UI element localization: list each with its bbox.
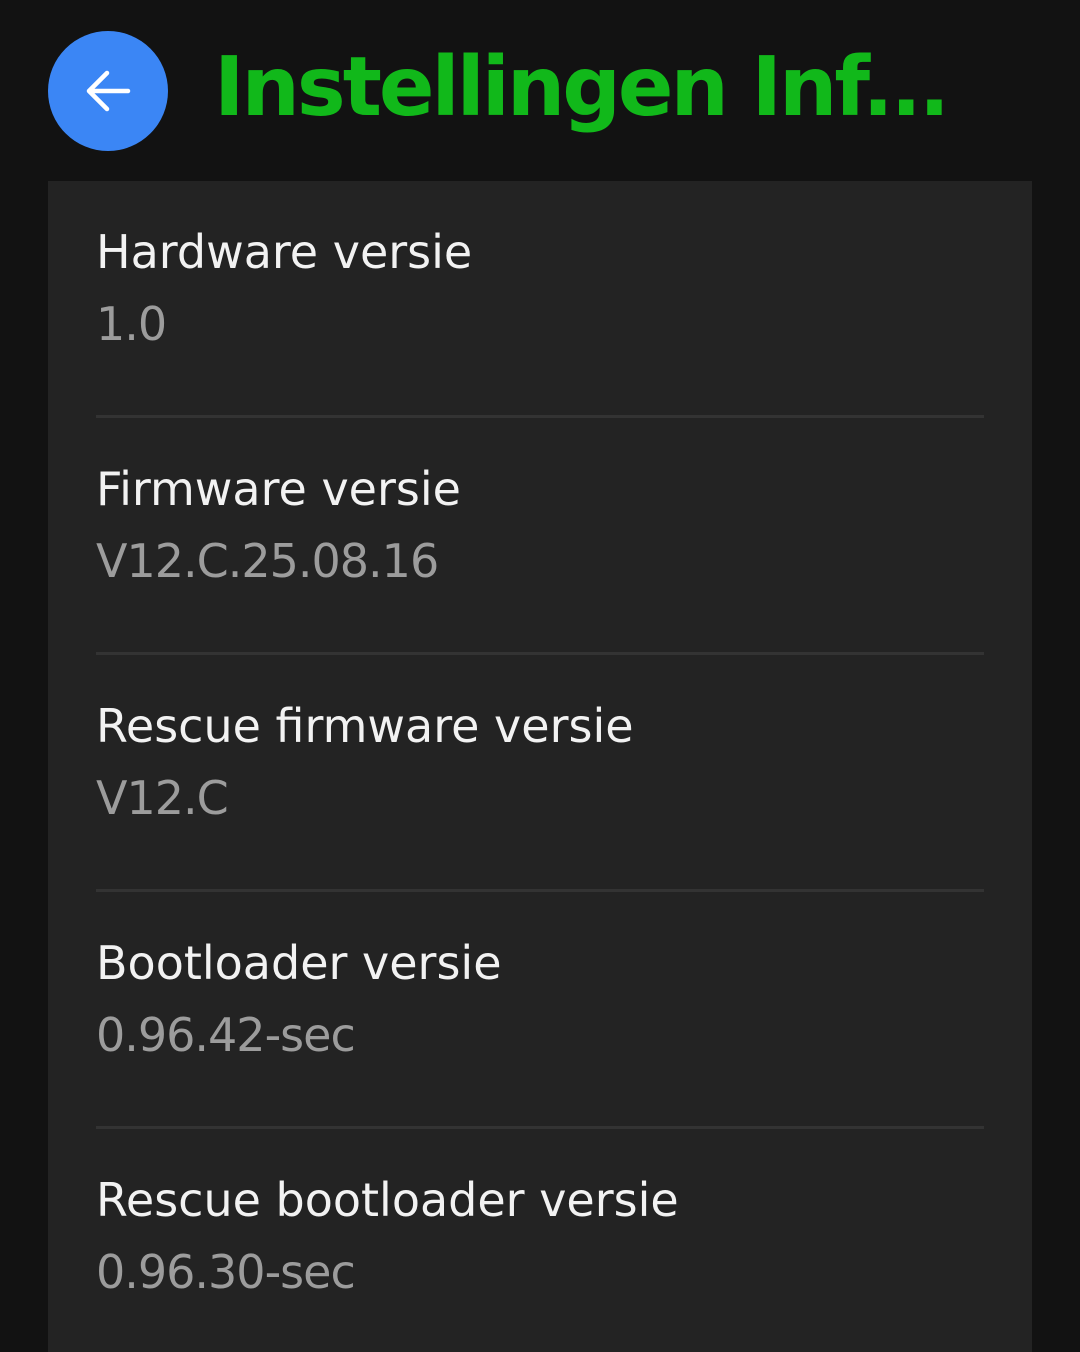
back-button[interactable] xyxy=(48,31,168,151)
settings-info-screen: Instellingen Inf... Hardware versie 1.0 … xyxy=(0,0,1080,1352)
info-label: Rescue firmware versie xyxy=(96,699,634,753)
info-label: Bootloader versie xyxy=(96,936,502,990)
info-row-hardware-version: Hardware versie 1.0 xyxy=(96,181,984,418)
arrow-left-icon xyxy=(80,63,136,119)
page-title: Instellingen Inf... xyxy=(214,40,950,135)
info-label: Rescue bootloader versie xyxy=(96,1173,679,1227)
info-row-bootloader-version: Bootloader versie 0.96.42-sec xyxy=(96,892,984,1129)
info-value: V12.C xyxy=(96,771,229,825)
info-list: Hardware versie 1.0 Firmware versie V12.… xyxy=(48,181,1032,1352)
app-header: Instellingen Inf... xyxy=(0,0,1080,181)
info-label: Firmware versie xyxy=(96,462,461,516)
info-row-rescue-firmware-version: Rescue firmware versie V12.C xyxy=(96,655,984,892)
info-row-firmware-version: Firmware versie V12.C.25.08.16 xyxy=(96,418,984,655)
info-value: 0.96.42-sec xyxy=(96,1008,356,1062)
info-row-rescue-bootloader-version: Rescue bootloader versie 0.96.30-sec xyxy=(96,1129,984,1352)
info-value: 0.96.30-sec xyxy=(96,1245,356,1299)
info-value: V12.C.25.08.16 xyxy=(96,534,439,588)
info-value: 1.0 xyxy=(96,297,167,351)
info-label: Hardware versie xyxy=(96,225,473,279)
